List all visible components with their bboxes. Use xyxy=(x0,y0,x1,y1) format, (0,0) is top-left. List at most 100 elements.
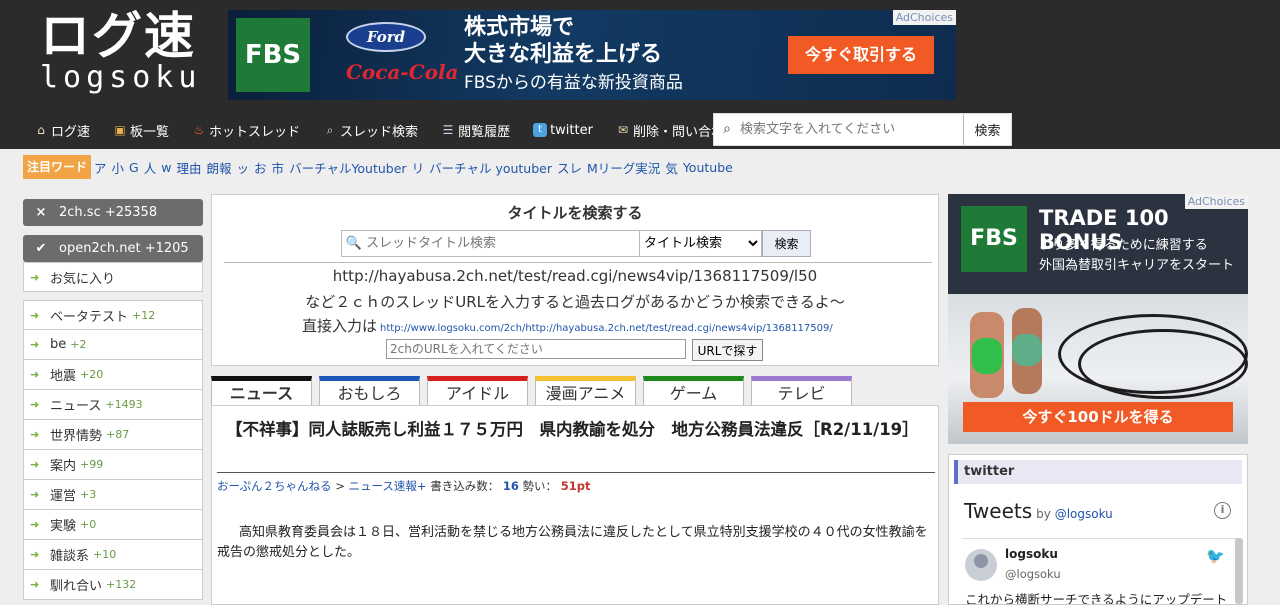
url-search-form: URLで探す xyxy=(386,339,763,361)
home-icon: ⌂ xyxy=(37,123,45,137)
tweet-text: これから横断サーチできるようにアップデート xyxy=(965,592,1228,605)
board-link[interactable]: ニュース速報+ xyxy=(349,479,427,493)
keyword-link[interactable]: ッ xyxy=(237,158,250,177)
tweet-author-name[interactable]: logsoku xyxy=(1005,547,1058,561)
nav-home[interactable]: ⌂ ログ速 xyxy=(34,121,90,140)
url-search-button[interactable]: URLで探す xyxy=(692,339,763,361)
ad-cta-button[interactable]: 今すぐ取引する xyxy=(788,36,934,74)
sidebar-item[interactable]: ➜ ベータテスト +12 xyxy=(23,300,203,330)
twitter-widget-header: twitter xyxy=(954,460,1242,484)
tab-funny[interactable]: おもしろ xyxy=(319,376,420,406)
keyword-link[interactable]: 朗報 xyxy=(207,158,232,177)
url-search-description: など２ｃｈのスレッドURLを入力すると過去ログがあるかどうか検索できるよ～ xyxy=(305,293,845,311)
divider xyxy=(224,262,932,263)
tab-idol[interactable]: アイドル xyxy=(427,376,528,406)
sidebar-item[interactable]: ➜ 雑談系 +10 xyxy=(23,540,203,570)
tab-tv[interactable]: テレビ xyxy=(751,376,852,406)
adchoices-badge[interactable]: AdChoices xyxy=(892,10,956,25)
adchoices-badge[interactable]: AdChoices xyxy=(1184,194,1248,209)
ad-subline: FBSからの有益な新投資商品 xyxy=(464,73,683,93)
title-search-heading: タイトルを検索する xyxy=(507,204,643,222)
arrow-right-icon: ➜ xyxy=(30,270,40,284)
nav-boards[interactable]: ▣ 板一覧 xyxy=(113,121,169,140)
keyword-link[interactable]: バーチャルYoutuber xyxy=(289,158,407,177)
avatar[interactable] xyxy=(965,549,997,581)
keyword-link[interactable]: 小 xyxy=(112,158,125,177)
arrow-right-icon: ➜ xyxy=(30,518,40,531)
arrow-right-icon: ➜ xyxy=(30,398,40,411)
keyword-link[interactable]: w xyxy=(161,160,171,175)
sidebar-item[interactable]: ➜ 運営 +3 xyxy=(23,480,203,510)
tweet-card[interactable]: logsoku @logsoku 🐦 これから横断サーチできるようにアップデート xyxy=(962,538,1241,605)
direct-input-hint: 直接入力は http://www.logsoku.com/2ch/http://h… xyxy=(302,317,833,335)
sidebar-item[interactable]: ➜ 案内 +99 xyxy=(23,450,203,480)
title-search-button[interactable]: 検索 xyxy=(762,230,811,257)
keyword-link[interactable]: G xyxy=(129,160,139,175)
right-sidebar: FBS TRADE 100 BONUS より多く得るために練習する 外国為替取引… xyxy=(948,194,1248,605)
nav-thread-search[interactable]: ⌕ スレッド検索 xyxy=(323,121,418,140)
sidebar-item[interactable]: ➜ 実験 +0 xyxy=(23,510,203,540)
nav-hot-threads[interactable]: ♨ ホットスレッド xyxy=(192,121,300,140)
direct-input-example-link[interactable]: http://www.logsoku.com/2ch/http://hayabu… xyxy=(380,323,833,334)
mail-icon: ✉ xyxy=(617,123,628,137)
keyword-link[interactable]: 人 xyxy=(144,158,157,177)
source-link[interactable]: おーぷん２ちゃんねる xyxy=(217,479,332,493)
keyword-link[interactable]: 市 xyxy=(272,158,285,177)
sidebar-item-favorites[interactable]: ➜ お気に入り xyxy=(23,262,203,292)
search-type-select[interactable]: タイトル検索 xyxy=(640,230,762,257)
article-meta: おーぷん２ちゃんねる > ニュース速報+ 書き込み数： 16 勢い： 51pt xyxy=(217,472,935,494)
arrow-right-icon: ➜ xyxy=(30,368,40,381)
url-input[interactable] xyxy=(386,339,686,359)
sidebar-item[interactable]: ➜ 馴れ合い +132 xyxy=(23,570,203,600)
arrow-right-icon: ➜ xyxy=(30,458,40,471)
keyword-link[interactable]: スレ xyxy=(557,158,582,177)
board-2ch-sc-button[interactable]: × 2ch.sc +25358 xyxy=(23,199,203,226)
keyword-link[interactable]: Mリーグ実況 xyxy=(587,158,660,177)
header-search: ⌕ 検索 xyxy=(713,113,1012,146)
site-logo-sub[interactable]: logsoku xyxy=(40,60,201,95)
title-search-form: 🔍 タイトル検索 検索 xyxy=(341,230,811,257)
scrollbar[interactable] xyxy=(1235,538,1243,604)
ad-text: より多く得るために練習する 外国為替取引キャリアをスタート xyxy=(1039,238,1235,273)
tweets-title: Tweets by @logsoku xyxy=(964,499,1113,523)
sidebar-item[interactable]: ➜ 地震 +20 xyxy=(23,360,203,390)
sidebar-item[interactable]: ➜ be +2 xyxy=(23,330,203,360)
article-title[interactable]: 【不祥事】同人誌販売し利益１７５万円 県内教諭を処分 地方公務員法違反［R2/1… xyxy=(226,416,926,443)
tab-news[interactable]: ニュース xyxy=(211,376,312,406)
nav-history[interactable]: ☰ 閲覧履歴 xyxy=(441,121,510,140)
keyword-link[interactable]: リ xyxy=(412,158,425,177)
nav-twitter[interactable]: t twitter xyxy=(533,123,593,138)
ad-cta-button[interactable]: 今すぐ100ドルを得る xyxy=(963,402,1233,432)
arrow-right-icon: ➜ xyxy=(30,338,40,351)
tab-manga-anime[interactable]: 漫画アニメ xyxy=(535,376,636,406)
twitter-handle-link[interactable]: @logsoku xyxy=(1055,507,1113,521)
info-icon[interactable]: i xyxy=(1214,502,1231,519)
keyword-link[interactable]: Youtube xyxy=(683,160,733,175)
sidebar-item[interactable]: ➜ ニュース +1493 xyxy=(23,390,203,420)
arrow-right-icon: ➜ xyxy=(30,308,40,322)
board-open2ch-button[interactable]: ✔ open2ch.net +1205 xyxy=(23,235,203,262)
site-logo[interactable]: ログ速 xyxy=(40,8,196,64)
arrow-right-icon: ➜ xyxy=(30,488,40,501)
header-search-input[interactable] xyxy=(740,114,963,145)
keyword-link[interactable]: お xyxy=(254,158,267,177)
keyword-link[interactable]: バーチャル youtuber xyxy=(429,158,552,177)
keyword-link[interactable]: 理由 xyxy=(176,158,201,177)
magnifier-icon: ⌕ xyxy=(326,123,334,137)
top-banner-ad[interactable]: FBS Ford Coca-Cola 株式市場で 大きな利益を上げる FBSから… xyxy=(228,10,956,100)
fire-icon: ♨ xyxy=(193,123,205,137)
url-example: http://hayabusa.2ch.net/test/read.cgi/ne… xyxy=(332,267,818,285)
history-icon: ☰ xyxy=(442,123,454,137)
keyword-link[interactable]: 気 xyxy=(665,158,678,177)
post-count: 16 xyxy=(502,479,519,493)
search-icon: ⌕ xyxy=(723,121,731,137)
sidebar-item[interactable]: ➜ 世界情勢 +87 xyxy=(23,420,203,450)
keyword-link[interactable]: ア xyxy=(94,158,107,177)
thread-title-search-input[interactable] xyxy=(366,236,626,251)
tab-game[interactable]: ゲーム xyxy=(643,376,744,406)
check-icon: ✔ xyxy=(35,241,47,256)
header-search-button[interactable]: 検索 xyxy=(963,114,1011,145)
side-banner-ad[interactable]: FBS TRADE 100 BONUS より多く得るために練習する 外国為替取引… xyxy=(948,194,1248,444)
left-sidebar: × 2ch.sc +25358 ✔ open2ch.net +1205 ➜ お気… xyxy=(23,199,203,600)
trending-label: 注目ワード xyxy=(23,155,92,179)
